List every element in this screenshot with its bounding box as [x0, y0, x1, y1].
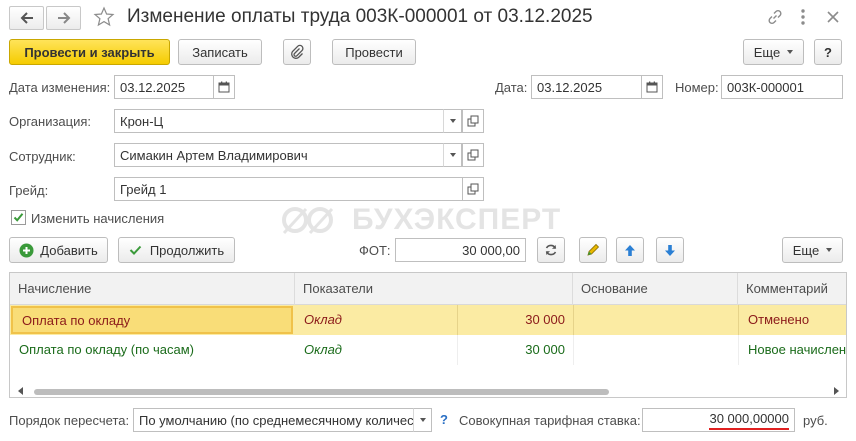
indicator-cell[interactable]: Оклад — [295, 335, 458, 365]
refresh-icon — [545, 244, 557, 256]
fot-input[interactable]: 30 000,00 — [395, 238, 526, 262]
scrollbar-thumb[interactable] — [34, 389, 609, 395]
recalc-order-label: Порядок пересчета: — [9, 413, 130, 428]
comment-cell[interactable]: Отменено — [738, 305, 846, 335]
basis-cell[interactable] — [573, 335, 738, 365]
change-date-label: Дата изменения: — [9, 80, 111, 95]
rate-unit-label: руб. — [803, 413, 828, 428]
arrow-up-icon — [625, 244, 635, 256]
number-label: Номер: — [675, 80, 719, 95]
table-header: Начисление Показатели Основание Коммента… — [10, 273, 846, 305]
accrual-cell[interactable]: Оплата по окладу — [11, 306, 293, 334]
calendar-icon — [218, 81, 230, 93]
watermark-text: БУХЭКСПЕРТ — [352, 203, 562, 236]
recalc-help-link[interactable]: ? — [440, 412, 448, 427]
continue-button[interactable]: Продолжить — [118, 237, 235, 263]
add-plus-icon — [19, 243, 34, 257]
scroll-right-icon[interactable] — [834, 387, 839, 395]
add-label: Добавить — [40, 242, 98, 258]
date-label: Дата: — [495, 80, 528, 95]
organization-label: Организация: — [9, 114, 92, 129]
employee-label: Сотрудник: — [9, 149, 76, 164]
change-accruals-checkbox[interactable] — [11, 210, 26, 225]
date-calendar-button[interactable] — [641, 75, 663, 99]
column-header-comment[interactable]: Комментарий — [738, 273, 846, 305]
edit-button[interactable] — [579, 237, 607, 263]
arrow-left-icon — [20, 12, 33, 24]
more-actions-icon[interactable] — [800, 8, 806, 26]
organization-open-button[interactable] — [462, 109, 484, 133]
indicator-value-cell[interactable]: 30 000 — [458, 335, 573, 365]
column-header-basis[interactable]: Основание — [573, 273, 738, 305]
post-and-close-button[interactable]: Провести и закрыть — [9, 39, 170, 65]
table-more-button[interactable]: Еще — [782, 237, 843, 263]
fot-label: ФОТ: — [359, 243, 391, 258]
employee-dropdown-button[interactable] — [443, 143, 462, 167]
watermark-logo-icon — [282, 207, 334, 235]
recalc-order-select[interactable]: По умолчанию (по среднемесячному количес… — [133, 408, 414, 432]
continue-label: Продолжить — [149, 242, 225, 258]
grade-input[interactable]: Грейд 1 — [114, 177, 463, 201]
window-title: Изменение оплаты труда 003К-000001 от 03… — [127, 6, 593, 27]
accrual-cell[interactable]: Оплата по окладу (по часам) — [10, 335, 295, 365]
chevron-down-icon — [449, 119, 456, 123]
arrow-down-icon — [665, 244, 675, 256]
pencil-icon — [587, 243, 600, 256]
close-icon[interactable] — [826, 10, 840, 24]
total-rate-value: 30 000,00000 — [709, 411, 789, 430]
indicator-value-cell[interactable]: 30 000 — [458, 305, 573, 335]
grade-open-button[interactable] — [462, 177, 484, 201]
column-header-indicators[interactable]: Показатели — [295, 273, 573, 305]
refresh-button[interactable] — [537, 237, 565, 263]
back-button[interactable] — [9, 6, 44, 30]
arrow-right-icon — [57, 12, 70, 24]
change-date-calendar-button[interactable] — [213, 75, 235, 99]
number-input[interactable]: 003К-000001 — [721, 75, 843, 99]
more-label: Еще — [753, 44, 781, 60]
chevron-down-icon — [787, 50, 794, 54]
grade-label: Грейд: — [9, 183, 49, 198]
basis-cell[interactable] — [573, 305, 738, 335]
post-button[interactable]: Провести — [332, 39, 416, 65]
change-date-input[interactable]: 03.12.2025 — [114, 75, 214, 99]
chevron-down-icon — [449, 153, 456, 157]
chevron-down-icon — [419, 418, 426, 422]
open-window-icon — [467, 115, 479, 127]
indicator-cell[interactable]: Оклад — [295, 305, 458, 335]
open-window-icon — [467, 149, 479, 161]
paperclip-icon — [291, 44, 304, 59]
organization-input[interactable]: Крон-Ц — [114, 109, 444, 133]
attach-button[interactable] — [283, 39, 311, 65]
organization-dropdown-button[interactable] — [443, 109, 462, 133]
checkmark-icon — [13, 213, 24, 222]
chevron-down-icon — [826, 248, 833, 252]
date-input[interactable]: 03.12.2025 — [531, 75, 642, 99]
recalc-order-dropdown-button[interactable] — [413, 408, 432, 432]
checkmark-icon — [129, 245, 142, 255]
comment-cell[interactable]: Новое начисление — [738, 335, 846, 365]
calendar-icon — [646, 81, 658, 93]
move-down-button[interactable] — [656, 237, 684, 263]
column-header-accrual[interactable]: Начисление — [10, 273, 295, 305]
more-button[interactable]: Еще — [743, 39, 804, 65]
scroll-left-icon[interactable] — [18, 387, 23, 395]
employee-open-button[interactable] — [462, 143, 484, 167]
total-rate-input[interactable]: 30 000,00000 — [642, 408, 795, 432]
open-window-icon — [467, 183, 479, 195]
table-row[interactable]: Оплата по окладу Оклад 30 000 Отменено — [10, 305, 846, 335]
favorite-star-icon[interactable] — [93, 6, 115, 28]
employee-input[interactable]: Симакин Артем Владимирович — [114, 143, 444, 167]
change-accruals-label: Изменить начисления — [31, 211, 165, 226]
forward-button[interactable] — [46, 6, 81, 30]
link-icon[interactable] — [766, 8, 784, 26]
add-button[interactable]: Добавить — [9, 237, 108, 263]
total-rate-label: Совокупная тарифная ставка: — [459, 413, 641, 428]
watermark: БУХЭКСПЕРТ — [280, 203, 561, 237]
help-button[interactable]: ? — [814, 39, 842, 65]
accruals-table[interactable]: Начисление Показатели Основание Коммента… — [9, 272, 847, 398]
move-up-button[interactable] — [616, 237, 644, 263]
table-row[interactable]: Оплата по окладу (по часам) Оклад 30 000… — [10, 335, 846, 365]
table-more-label: Еще — [792, 242, 820, 258]
save-button[interactable]: Записать — [178, 39, 262, 65]
